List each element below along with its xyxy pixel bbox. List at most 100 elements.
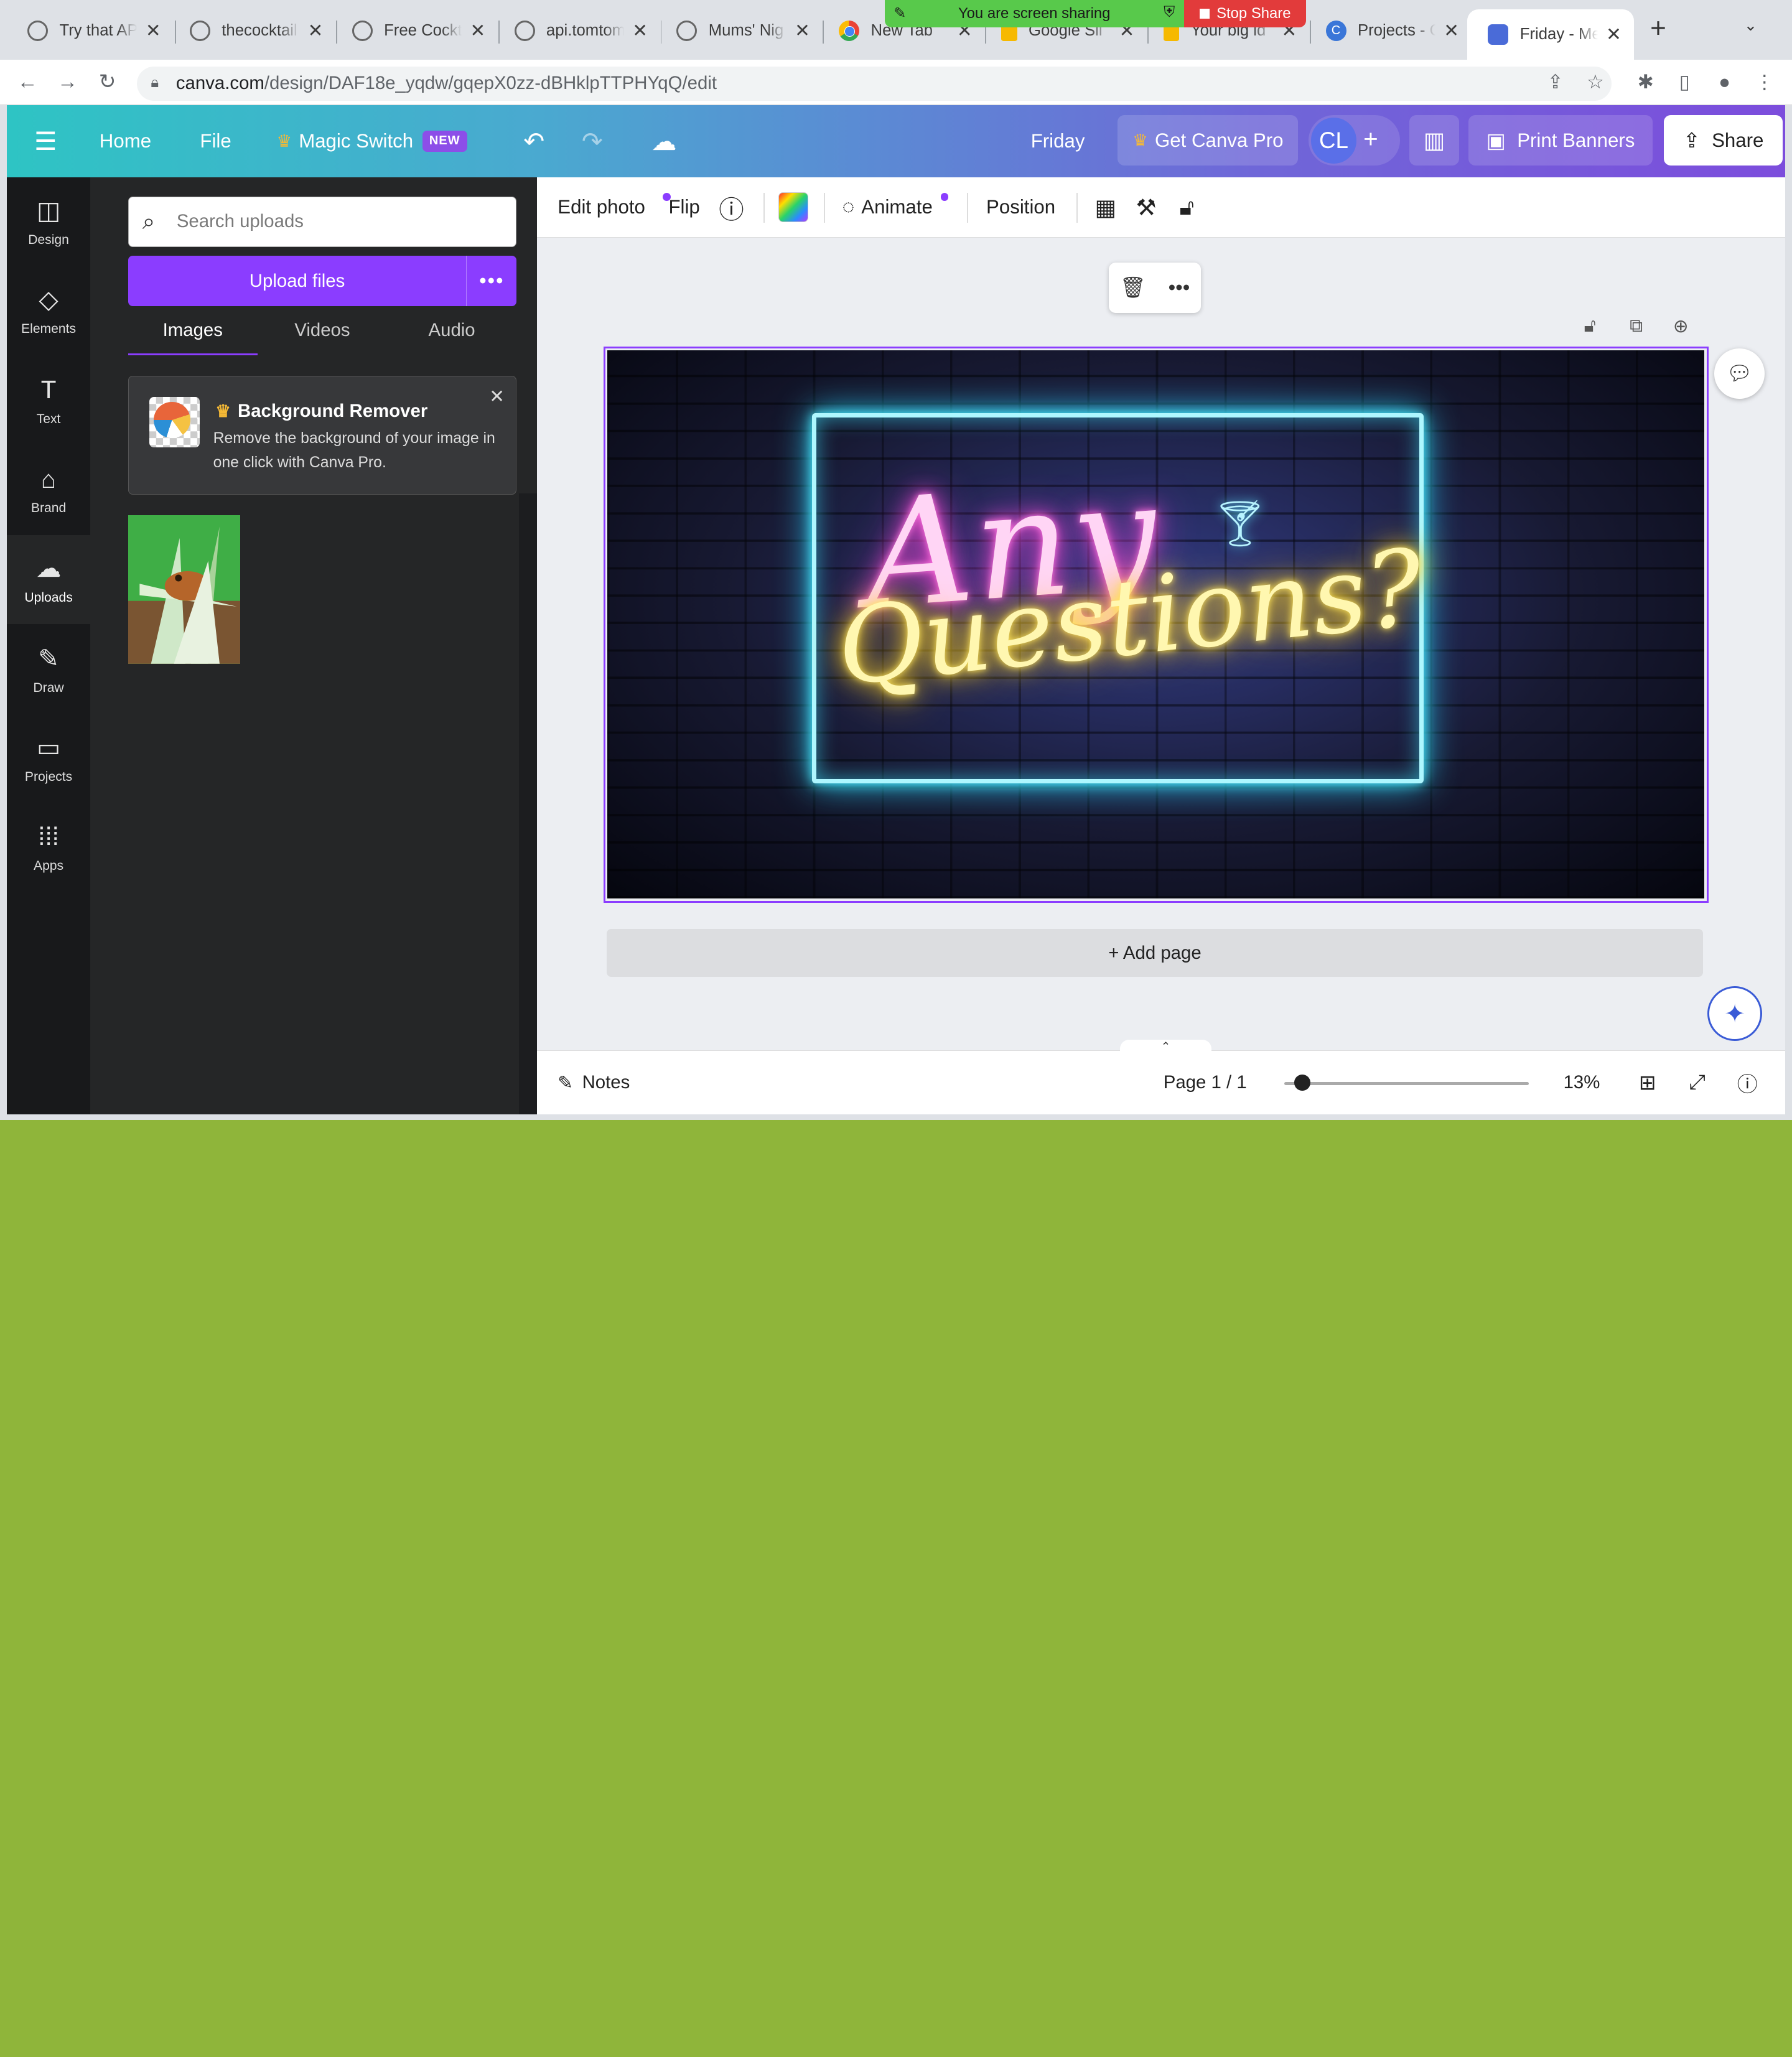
get-canva-pro-button[interactable]: ♛ Get Canva Pro <box>1118 115 1299 166</box>
reload-icon[interactable]: ↻ <box>94 68 121 96</box>
more-options-icon[interactable]: ••• <box>466 256 516 307</box>
promo-description: Remove the background of your image in o… <box>213 430 495 471</box>
url-field[interactable]: 🔒︎ canva.com/design/DAF18e_yqdw/gqepX0zz… <box>137 66 1612 101</box>
info-icon[interactable]: ⓘ <box>719 177 744 238</box>
rail-label: Brand <box>30 501 67 516</box>
browser-tab[interactable]: Try that AP ✕ <box>7 9 174 53</box>
hamburger-menu-icon[interactable]: ☰ <box>34 105 57 177</box>
chrome-menu-icon[interactable]: ⋮ <box>1751 68 1778 96</box>
position-button[interactable]: Position <box>986 177 1055 238</box>
extensions-icon[interactable]: ✱ <box>1632 68 1659 96</box>
home-link[interactable]: Home <box>100 105 151 177</box>
add-comment-icon[interactable]: 💬︎ <box>1714 348 1765 399</box>
color-picker-button[interactable] <box>778 177 808 238</box>
address-bar-row: ← → ↻ 🔒︎ canva.com/design/DAF18e_yqdw/gq… <box>0 59 1792 105</box>
rail-item-brand[interactable]: ⌂ Brand <box>7 445 90 534</box>
lock-icon[interactable]: 🔓︎ <box>1179 177 1194 238</box>
add-collaborator-icon[interactable]: + <box>1363 124 1378 154</box>
zoom-level[interactable]: 13% <box>1564 1051 1600 1115</box>
flip-button[interactable]: Flip <box>668 177 699 238</box>
magic-assistant-icon[interactable]: ✦ <box>1707 986 1763 1042</box>
sidepanel-icon[interactable]: ▯ <box>1671 68 1698 96</box>
search-icon: ⌕ <box>142 208 156 235</box>
tab-audio[interactable]: Audio <box>387 314 516 355</box>
tab-close-icon[interactable]: ✕ <box>469 20 487 42</box>
tab-close-icon[interactable]: ✕ <box>144 20 162 42</box>
print-banners-button[interactable]: ▣ Print Banners <box>1468 115 1653 166</box>
rail-item-text[interactable]: T Text <box>7 357 90 445</box>
tab-close-icon[interactable]: ✕ <box>631 20 649 42</box>
stop-share-button[interactable]: Stop Share <box>1183 0 1307 28</box>
browser-tab[interactable]: Free Cockt ✕ <box>332 9 498 53</box>
bookmark-star-icon[interactable]: ☆ <box>1582 68 1609 96</box>
share-label: Share <box>1712 129 1764 151</box>
cloud-saved-icon[interactable]: ☁ <box>651 105 676 177</box>
zoom-slider[interactable] <box>1284 1075 1529 1091</box>
elements-icon: ◇ <box>39 285 58 314</box>
avatar[interactable]: CL <box>1310 118 1357 164</box>
rail-item-projects[interactable]: ▭ Projects <box>7 714 90 803</box>
forward-icon[interactable]: → <box>54 68 81 96</box>
tab-close-icon[interactable]: ✕ <box>306 20 324 42</box>
document-title[interactable]: Friday <box>1031 105 1085 177</box>
color-swatch-icon <box>778 192 808 223</box>
rail-item-elements[interactable]: ◇ Elements <box>7 266 90 355</box>
tab-close-icon[interactable]: ✕ <box>793 20 811 42</box>
tab-search-icon[interactable]: ⌄ <box>1744 16 1758 35</box>
neon-background-image[interactable]: Any Questions? 🍸︎ <box>607 350 1705 899</box>
tab-images[interactable]: Images <box>128 314 258 356</box>
duplicate-page-icon[interactable]: ⧉ <box>1630 315 1643 337</box>
trash-icon[interactable]: 🗑︎ <box>1120 276 1146 300</box>
share-button[interactable]: ⇪ Share <box>1664 115 1783 166</box>
tab-videos[interactable]: Videos <box>258 314 387 355</box>
grid-view-icon[interactable]: ⊞ <box>1639 1051 1656 1115</box>
lock-page-icon[interactable]: 🔓︎ <box>1584 315 1596 337</box>
rail-item-design[interactable]: ◫ Design <box>7 177 90 266</box>
design-canvas[interactable]: Any Questions? 🍸︎ <box>603 346 1709 903</box>
uploaded-image-thumbnail[interactable] <box>128 515 240 665</box>
animate-button[interactable]: ◌ Animate <box>842 177 949 238</box>
collaborators-group[interactable]: CL + <box>1309 115 1400 166</box>
browser-tab[interactable]: Mums' Nig ✕ <box>656 9 823 53</box>
more-options-icon[interactable]: ••• <box>1169 276 1190 300</box>
new-tab-button[interactable]: + <box>1646 14 1671 42</box>
browser-tab[interactable]: C Projects - C ✕ <box>1305 9 1472 53</box>
insights-chart-icon[interactable]: ▥ <box>1409 115 1460 166</box>
zoom-slider-knob[interactable] <box>1294 1075 1310 1091</box>
browser-tab[interactable]: api.tomtom ✕ <box>493 9 660 53</box>
notes-button[interactable]: ✎ Notes <box>558 1051 630 1115</box>
share-page-icon[interactable]: ⇪ <box>1542 68 1569 96</box>
copy-style-icon[interactable]: ⚒ <box>1136 177 1157 238</box>
close-icon[interactable]: ✕ <box>489 386 505 408</box>
fullscreen-icon[interactable]: ⤢ <box>1689 1051 1706 1115</box>
browser-tab-active[interactable]: Friday - Me ✕ <box>1467 9 1635 60</box>
help-icon[interactable]: ⓘ <box>1737 1051 1758 1115</box>
back-icon[interactable]: ← <box>14 68 41 96</box>
tab-close-icon[interactable]: ✕ <box>1605 24 1623 45</box>
rail-item-draw[interactable]: ✎ Draw <box>7 625 90 714</box>
magic-switch-button[interactable]: ♛ Magic Switch NEW <box>276 105 467 177</box>
upload-files-button[interactable]: Upload files ••• <box>128 256 517 307</box>
rail-item-apps[interactable]: ⁞⁞⁞ Apps <box>7 803 90 892</box>
browser-tab[interactable]: thecocktail ✕ <box>169 9 336 53</box>
profile-icon[interactable]: ● <box>1711 68 1738 96</box>
cocktail-glasses-icon: 🍸︎ <box>1211 497 1269 549</box>
page-indicator[interactable]: Page 1 / 1 <box>1164 1051 1247 1115</box>
background-remover-promo[interactable]: ♛ Background Remover Remove the backgroun… <box>128 376 517 495</box>
edit-photo-button[interactable]: Edit photo <box>558 177 671 238</box>
undo-icon[interactable]: ↶ <box>523 105 544 177</box>
panel-scrollbar[interactable] <box>518 493 538 1114</box>
redo-icon[interactable]: ↷ <box>582 105 603 177</box>
file-menu[interactable]: File <box>200 105 231 177</box>
canva-icon: C <box>1325 21 1346 42</box>
tab-favicon-icon <box>352 21 373 42</box>
add-page-icon[interactable]: ⊕ <box>1673 315 1689 337</box>
brand-icon: ⌂ <box>40 464 57 493</box>
add-page-button[interactable]: + Add page <box>607 929 1703 977</box>
browser-tab-strip: Try that AP ✕ thecocktail ✕ Free Cockt ✕ ap… <box>0 0 1792 60</box>
tab-close-icon[interactable]: ✕ <box>1442 20 1460 42</box>
transparency-icon[interactable]: ▦ <box>1095 177 1117 238</box>
screen: Try that AP ✕ thecocktail ✕ Free Cockt ✕ ap… <box>0 0 1792 1120</box>
search-input[interactable]: ⌕ Search uploads <box>128 196 517 247</box>
rail-item-uploads[interactable]: ☁ Uploads <box>7 534 91 624</box>
